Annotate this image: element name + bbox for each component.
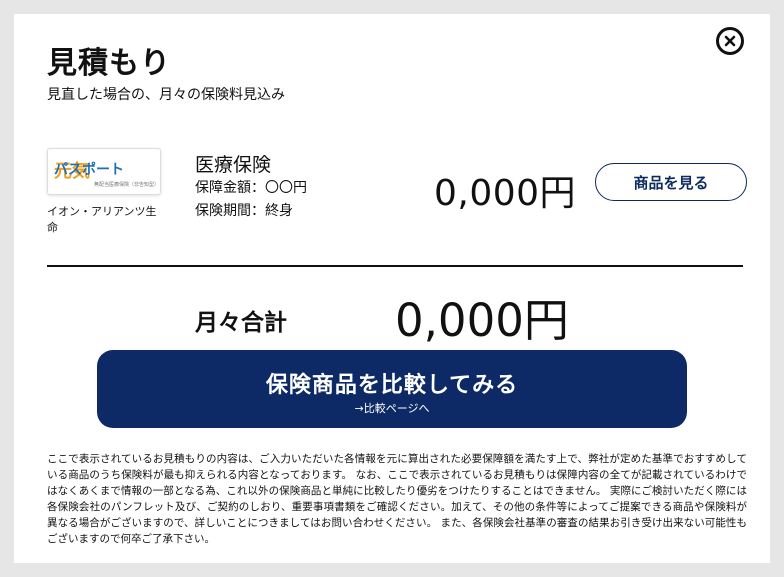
coverage-period: 保険期間：終身 — [195, 203, 293, 219]
monthly-total-price: 0,000円 — [395, 294, 569, 347]
compare-button-sublabel: →比較ページへ — [354, 402, 430, 415]
monthly-total-label: 月々合計 — [195, 310, 287, 336]
insurer-name: イオン・アリアンツ生命 — [47, 205, 157, 234]
coverage-amount: 保障金額：〇〇円 — [195, 180, 307, 196]
product-name: 医療保険 — [195, 154, 272, 176]
view-product-button[interactable]: 商品を見る — [595, 163, 747, 201]
modal-title: 見積もり — [47, 46, 171, 81]
product-logo: 元気 パスポート 無配当医療保険（非告知型） — [47, 148, 161, 195]
close-button[interactable] — [716, 27, 744, 55]
disclaimer-text: ここで表示されているお見積もりの内容は、ご入力いただいた各情報を元に算出された必… — [47, 453, 747, 545]
close-icon — [724, 35, 736, 47]
modal-subtitle: 見直した場合の、月々の保険料見込み — [47, 87, 285, 103]
divider — [47, 265, 743, 267]
estimate-modal: 見積もり 見直した場合の、月々の保険料見込み 元気 パスポート 無配当医療保険（… — [14, 14, 770, 563]
logo-sub-text: パスポート — [54, 162, 124, 178]
compare-button-label: 保険商品を比較してみる — [265, 373, 519, 398]
compare-products-button[interactable]: 保険商品を比較してみる →比較ページへ — [97, 350, 687, 428]
logo-tagline: 無配当医療保険（非告知型） — [94, 182, 160, 188]
product-price: 0,000円 — [434, 173, 577, 214]
